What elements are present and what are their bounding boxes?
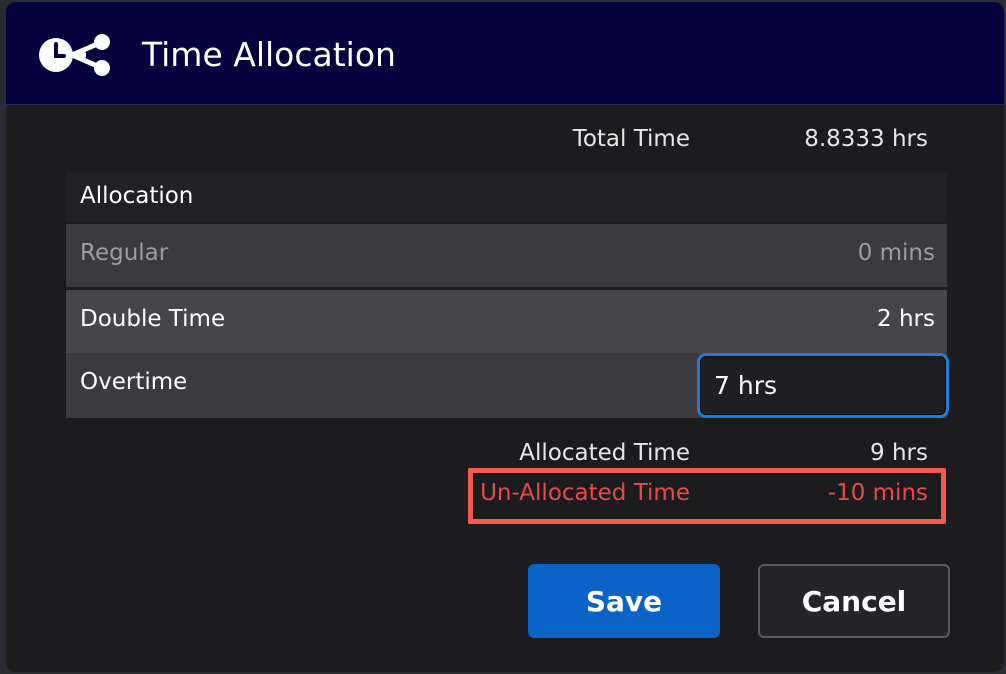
total-time-label: Total Time (572, 126, 690, 152)
allocation-row-regular: Regular 0 mins (66, 224, 947, 287)
dialog-header: Time Allocation (6, 2, 1004, 105)
allocation-row-double-time[interactable]: Double Time 2 hrs (66, 290, 947, 353)
unallocated-time-value: -10 mins (827, 480, 928, 506)
allocation-table: Allocation Regular 0 mins Double Time 2 … (66, 172, 949, 418)
allocated-time-value: 9 hrs (870, 440, 928, 466)
allocated-time-label: Allocated Time (519, 440, 690, 466)
allocation-table-header: Allocation (66, 172, 947, 222)
double-time-label: Double Time (80, 306, 226, 332)
dialog-title: Time Allocation (142, 35, 396, 74)
overtime-input[interactable] (697, 353, 949, 418)
clock-share-icon (39, 34, 110, 76)
overtime-label: Overtime (80, 369, 188, 395)
cancel-button[interactable]: Cancel (758, 564, 950, 638)
save-button[interactable]: Save (528, 564, 720, 638)
allocation-row-overtime: Overtime (66, 353, 949, 418)
regular-label: Regular (80, 240, 169, 266)
unallocated-time-label: Un-Allocated Time (480, 480, 690, 506)
regular-value: 0 mins (857, 240, 935, 266)
total-time-value: 8.8333 hrs (804, 126, 928, 152)
allocation-header-label: Allocation (80, 183, 194, 209)
double-time-value[interactable]: 2 hrs (877, 306, 935, 332)
time-allocation-dialog: Time Allocation Total Time 8.8333 hrs Al… (6, 2, 1004, 672)
